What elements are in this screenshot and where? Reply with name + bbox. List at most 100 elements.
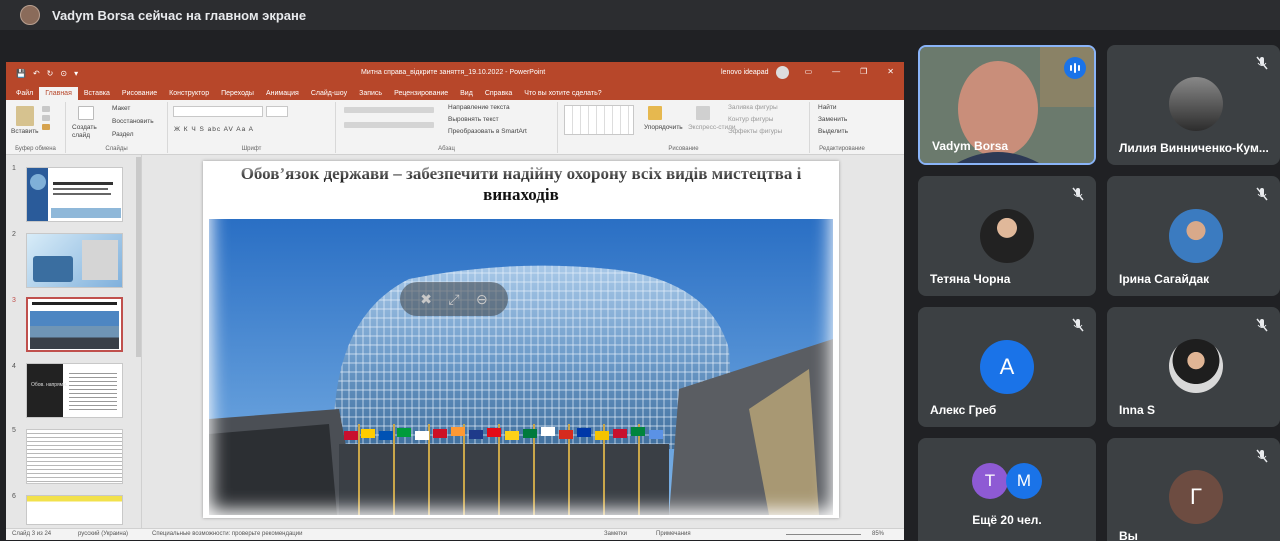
tab-insert[interactable]: Вставка	[78, 90, 116, 100]
arrange-icon[interactable]	[648, 106, 662, 120]
list-buttons[interactable]	[344, 107, 434, 113]
tab-help[interactable]: Справка	[479, 90, 518, 100]
new-slide-icon[interactable]	[78, 106, 94, 120]
current-slide[interactable]: Обов’язок держави – забезпечити надійну …	[203, 161, 839, 518]
tell-me-search[interactable]: Что вы хотите сделать?	[524, 90, 601, 100]
ribbon-home: Вставить Буфер обмена Создать слайд Маке…	[6, 100, 904, 155]
zoom-level[interactable]: 85%	[872, 531, 884, 537]
zoom-slider[interactable]	[786, 534, 861, 535]
font-name-select[interactable]	[173, 106, 263, 117]
slide-thumbnail-4[interactable]: Обов. напрями...	[26, 363, 123, 418]
quick-access-toolbar: 💾 ↶ ↻ ⊙ ▾	[16, 69, 78, 78]
thumbnails-scrollbar[interactable]	[136, 157, 141, 357]
reset-button[interactable]: Восстановить	[112, 118, 154, 125]
tab-home[interactable]: Главная	[39, 87, 78, 100]
window-controls: ▭ — ❐ ✕	[805, 67, 894, 76]
select-button[interactable]: Выделить	[818, 128, 848, 135]
arrange-button[interactable]: Упорядочить	[644, 124, 683, 131]
redo-icon[interactable]: ↻	[47, 69, 54, 78]
save-icon[interactable]: 💾	[16, 69, 26, 78]
tab-animations[interactable]: Анимация	[260, 90, 305, 100]
tab-draw[interactable]: Рисование	[116, 90, 163, 100]
slide-thumbnail-3[interactable]	[26, 297, 123, 352]
cut-icon[interactable]	[42, 106, 50, 112]
tab-slideshow[interactable]: Слайд-шоу	[305, 90, 353, 100]
slide-thumbnail-5[interactable]	[26, 429, 123, 484]
tab-review[interactable]: Рецензирование	[388, 90, 454, 100]
participant-name: Inna S	[1119, 403, 1156, 417]
quick-styles-icon[interactable]	[696, 106, 710, 120]
participant-tile-others[interactable]: Т М Ещё 20 чел.	[918, 438, 1096, 541]
new-slide-button[interactable]: Создать слайд	[72, 124, 102, 140]
participant-tile-iryna[interactable]: Ірина Сагайдак	[1107, 176, 1280, 296]
tab-file[interactable]: Файл	[10, 90, 39, 100]
replace-button[interactable]: Заменить	[818, 116, 847, 123]
start-slideshow-icon[interactable]: ⊙	[60, 69, 67, 78]
comments-button[interactable]: Примечания	[656, 531, 691, 537]
participant-tile-aleks[interactable]: А Алекс Греб	[918, 307, 1096, 427]
tab-view[interactable]: Вид	[454, 90, 479, 100]
group-font: Ж К Ч S abc AV Aa A Шрифт	[168, 102, 336, 153]
shape-outline-button[interactable]: Контур фигуры	[728, 116, 773, 123]
participant-tile-vadym[interactable]: Vadym Borsa	[918, 45, 1096, 165]
layout-button[interactable]: Макет	[112, 105, 130, 112]
mic-off-icon	[1256, 187, 1268, 201]
participant-tile-self[interactable]: Г Вы	[1107, 438, 1280, 541]
settings-icon[interactable]: ⊖	[476, 291, 488, 308]
notes-button[interactable]: Заметки	[604, 531, 627, 537]
mic-off-icon	[1072, 318, 1084, 332]
ribbon-display-options-icon[interactable]: ▭	[805, 67, 813, 76]
participant-tile-inna[interactable]: Inna S	[1107, 307, 1280, 427]
text-direction-button[interactable]: Направление текста	[448, 104, 510, 111]
tab-design[interactable]: Конструктор	[163, 90, 215, 100]
mic-off-icon	[1256, 318, 1268, 332]
group-label-paragraph: Абзац	[438, 146, 455, 152]
group-editing: Найти Заменить Выделить Редактирование	[810, 102, 874, 153]
document-title: Митна справа_відкрите заняття_19.10.2022…	[361, 69, 546, 76]
paste-button[interactable]: Вставить	[11, 128, 39, 135]
tab-record[interactable]: Запись	[353, 90, 388, 100]
section-button[interactable]: Раздел	[112, 131, 133, 138]
slide-thumbnail-6[interactable]	[26, 495, 123, 525]
customize-toolbar-icon[interactable]: ▾	[74, 69, 78, 78]
paste-icon[interactable]	[16, 106, 34, 126]
account-avatar[interactable]	[776, 66, 789, 79]
participant-tile-liliya[interactable]: Лилия Винниченко-Кум...	[1107, 45, 1280, 165]
convert-smartart-button[interactable]: Преобразовать в SmartArt	[448, 128, 527, 135]
slide-thumbnail-1[interactable]	[26, 167, 123, 222]
font-format-buttons[interactable]: Ж К Ч S abc AV Aa A	[174, 126, 254, 133]
account-name[interactable]: lenovo ideapad	[721, 69, 769, 76]
participant-name: Алекс Греб	[930, 403, 997, 417]
shape-fill-button[interactable]: Заливка фигуры	[728, 104, 778, 111]
restore-icon[interactable]: ❐	[860, 67, 867, 76]
font-size-select[interactable]	[266, 106, 288, 117]
slide-number-6: 6	[12, 493, 16, 500]
presenter-avatar	[20, 5, 40, 25]
find-button[interactable]: Найти	[818, 104, 837, 111]
participant-tile-tetyana[interactable]: Тетяна Чорна	[918, 176, 1096, 296]
self-initial-avatar: Г	[1169, 470, 1223, 524]
close-icon[interactable]: ✕	[887, 67, 894, 76]
shapes-gallery[interactable]	[564, 105, 634, 135]
slide-number-1: 1	[12, 165, 16, 172]
pin-off-icon[interactable]: ✖	[420, 291, 432, 308]
accessibility-status[interactable]: Специальные возможности: проверьте реком…	[152, 531, 302, 537]
minimize-icon[interactable]: —	[832, 67, 840, 76]
slide-number-2: 2	[12, 231, 16, 238]
participant-avatar	[1169, 77, 1223, 131]
copy-icon[interactable]	[42, 115, 50, 121]
undo-icon[interactable]: ↶	[33, 69, 40, 78]
format-painter-icon[interactable]	[42, 124, 50, 130]
group-drawing: Упорядочить Экспресс-стили Заливка фигур…	[558, 102, 810, 153]
fullscreen-icon[interactable]: ⤢	[448, 291, 459, 308]
presenting-banner: Vadym Borsa сейчас на главном экране	[0, 0, 1280, 30]
shape-effects-button[interactable]: Эффекты фигуры	[728, 128, 782, 135]
slide-thumbnail-2[interactable]	[26, 233, 123, 288]
tab-transitions[interactable]: Переходы	[215, 90, 260, 100]
align-text-button[interactable]: Выровнять текст	[448, 116, 499, 123]
slide-title[interactable]: Обов’язок держави – забезпечити надійну …	[203, 163, 839, 205]
language-indicator[interactable]: русский (Украина)	[78, 531, 128, 537]
others-count-label: Ещё 20 чел.	[972, 513, 1042, 527]
alignment-buttons[interactable]	[344, 122, 434, 128]
participant-avatar	[1169, 209, 1223, 263]
